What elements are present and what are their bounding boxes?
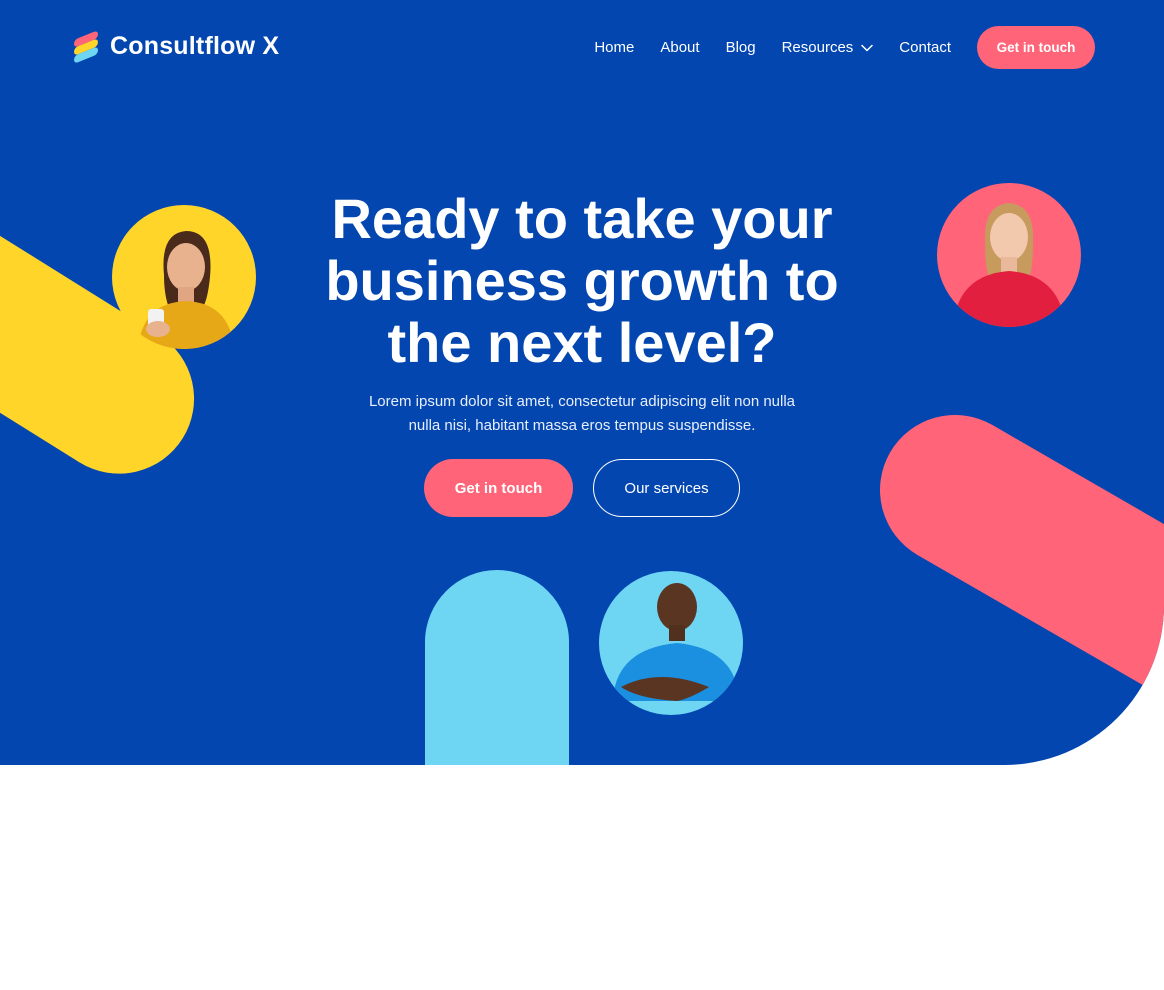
get-in-touch-button[interactable]: Get in touch	[424, 459, 573, 517]
brand-name: Consultflow X	[110, 31, 280, 60]
stacked-bars-logo-icon	[74, 30, 100, 64]
nav-resources-label: Resources	[781, 39, 854, 56]
nav-get-in-touch-button[interactable]: Get in touch	[977, 26, 1095, 69]
nav-contact[interactable]: Contact	[899, 39, 951, 56]
hero-subtitle: Lorem ipsum dolor sit amet, consectetur …	[368, 393, 796, 434]
nav-blog[interactable]: Blog	[726, 39, 756, 56]
cyan-arch-shape	[425, 570, 569, 765]
brand-logo[interactable]: Consultflow X	[74, 30, 280, 64]
chevron-down-icon	[861, 44, 874, 51]
hero-title: Ready to take your business growth to th…	[325, 187, 839, 374]
avatar-woman-yellow	[112, 205, 256, 349]
our-services-button[interactable]: Our services	[593, 459, 740, 517]
avatar-man-blue	[599, 571, 743, 715]
nav-home[interactable]: Home	[594, 39, 634, 56]
nav-resources[interactable]: Resources	[782, 39, 874, 56]
main-nav: Home About Blog Resources Contact Get in…	[594, 26, 1095, 69]
nav-about[interactable]: About	[660, 39, 699, 56]
hero-section: Consultflow X Home About Blog Resources …	[0, 0, 1164, 765]
avatar-woman-pink	[937, 183, 1081, 327]
pink-pill-shape	[852, 387, 1164, 728]
